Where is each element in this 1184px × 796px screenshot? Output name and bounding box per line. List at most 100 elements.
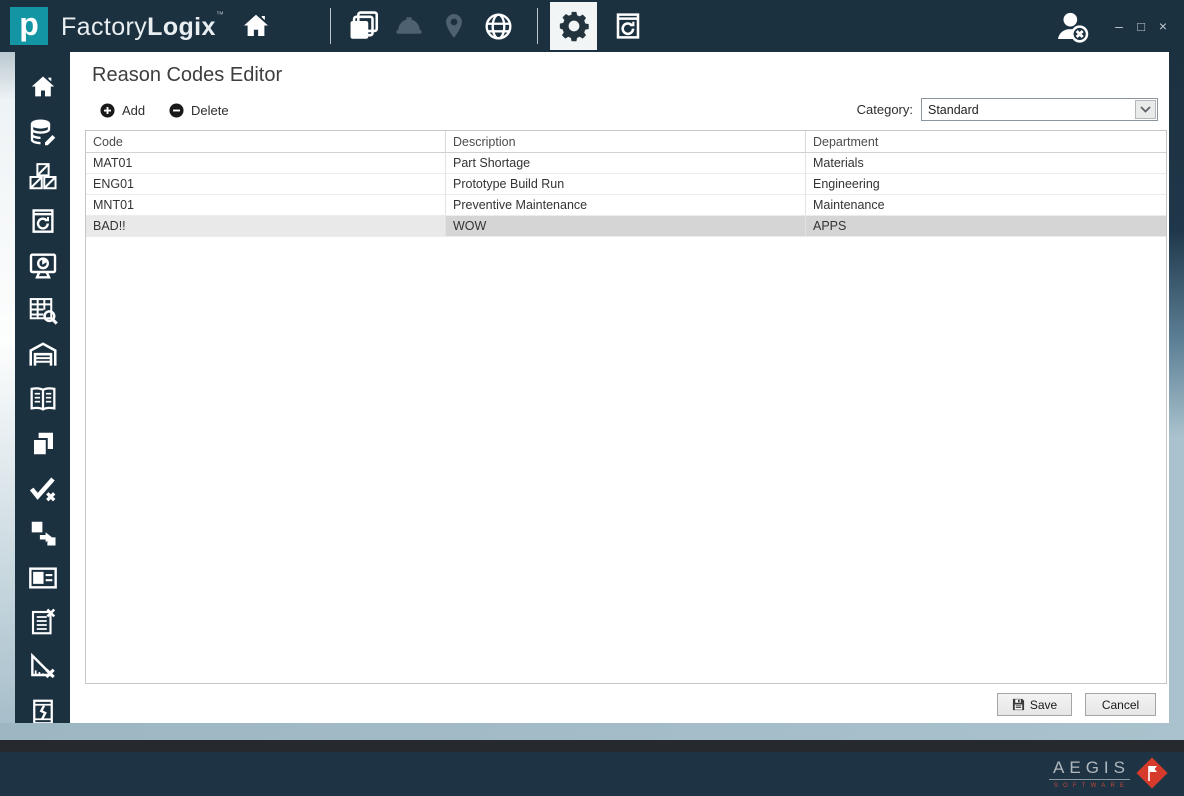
cancel-label: Cancel [1101, 697, 1140, 712]
category-label: Category: [856, 102, 913, 117]
category-dropdown[interactable]: Standard [921, 98, 1158, 121]
table-cell-department[interactable]: Maintenance [806, 195, 1166, 215]
category-field: Category: Standard [857, 98, 1158, 121]
home-icon [28, 73, 58, 101]
main-content: Reason Codes Editor Add Delete Category:… [70, 52, 1169, 723]
hardhat-button[interactable] [386, 0, 431, 52]
settings-button[interactable] [550, 2, 598, 50]
gear-icon [557, 9, 591, 43]
category-value: Standard [928, 103, 979, 117]
sidebar-item-pass-fail[interactable] [15, 466, 70, 511]
chevron-down-icon [1140, 106, 1151, 113]
ruler-x-icon [27, 651, 59, 683]
footer: AEGIS SOFTWARE [0, 752, 1184, 796]
factorylogix-window: p FactoryLogix™ – □ × Reason Codes Edito… [0, 0, 1184, 796]
table-cell-description[interactable]: Prototype Build Run [446, 174, 806, 194]
sidebar-item-home[interactable] [15, 65, 70, 110]
bottom-window-frame [0, 723, 1184, 740]
right-window-frame [1169, 52, 1184, 740]
brand-light: Factory [61, 13, 148, 41]
sidebar-item-measure-remove[interactable] [15, 645, 70, 690]
table-row[interactable]: MNT01 Preventive Maintenance Maintenance [86, 195, 1166, 216]
sidebar [15, 52, 70, 724]
table-cell-description[interactable]: Preventive Maintenance [446, 195, 806, 215]
location-pin-icon [439, 11, 469, 41]
column-header-code[interactable]: Code [86, 131, 446, 152]
dashboard-monitor-icon [27, 250, 59, 282]
delete-button[interactable]: Delete [169, 100, 229, 120]
table-cell-description[interactable]: WOW [446, 216, 806, 236]
documents-button[interactable] [341, 0, 386, 52]
sidebar-item-id-card[interactable] [15, 556, 70, 601]
page-title: Reason Codes Editor [92, 64, 283, 86]
aegis-brand-name: AEGIS [1049, 758, 1130, 780]
delete-icon [169, 102, 184, 118]
table-cell-code[interactable]: BAD!! [86, 216, 446, 236]
user-menu-button[interactable] [1052, 6, 1092, 46]
app-logo-letter: p [19, 5, 39, 42]
table-row[interactable]: MAT01 Part Shortage Materials [86, 153, 1166, 174]
documents-icon [28, 429, 58, 459]
table-cell-department[interactable]: Engineering [806, 174, 1166, 194]
table-cell-description[interactable]: Part Shortage [446, 153, 806, 173]
table-cell-code[interactable]: MNT01 [86, 195, 446, 215]
open-book-icon [27, 383, 59, 415]
database-edit-icon [28, 117, 58, 147]
home-button[interactable] [240, 11, 272, 41]
user-remove-icon [1052, 6, 1092, 46]
table-cell-department[interactable]: Materials [806, 153, 1166, 173]
material-blocks-icon [28, 161, 58, 191]
sidebar-item-transfer[interactable] [15, 511, 70, 556]
sidebar-item-table-search[interactable] [15, 288, 70, 333]
app-logo: p [10, 7, 48, 45]
aegis-brand-subtitle: SOFTWARE [1053, 782, 1130, 789]
table-row[interactable]: BAD!! WOW APPS [86, 216, 1166, 237]
grid-header: Code Description Department [86, 131, 1166, 153]
checklist-x-icon [28, 607, 58, 637]
close-button[interactable]: × [1152, 11, 1174, 41]
documents-icon [347, 9, 381, 43]
left-window-frame [0, 52, 15, 740]
sidebar-item-database-edit[interactable] [15, 110, 70, 155]
sidebar-item-dashboard-monitor[interactable] [15, 243, 70, 288]
column-header-description[interactable]: Description [446, 131, 806, 152]
check-x-icon [27, 473, 59, 505]
globe-icon [482, 10, 515, 43]
add-button[interactable]: Add [100, 100, 145, 120]
home-icon [240, 11, 272, 41]
save-button[interactable]: Save [997, 693, 1072, 716]
brand-name: FactoryLogix™ [61, 10, 224, 42]
database-backup-icon [612, 10, 644, 42]
sidebar-item-documents[interactable] [15, 422, 70, 467]
table-search-icon [27, 294, 59, 326]
table-row[interactable]: ENG01 Prototype Build Run Engineering [86, 174, 1166, 195]
sidebar-item-checklist-remove[interactable] [15, 600, 70, 645]
sidebar-item-database-backup[interactable] [15, 199, 70, 244]
brand-bold: Logix [147, 13, 216, 41]
table-cell-code[interactable]: MAT01 [86, 153, 446, 173]
add-icon [100, 102, 115, 118]
warehouse-icon [27, 339, 59, 371]
aegis-logo: AEGIS SOFTWARE [1049, 757, 1168, 789]
table-cell-code[interactable]: ENG01 [86, 174, 446, 194]
table-cell-department[interactable]: APPS [806, 216, 1166, 236]
sidebar-item-warehouse[interactable] [15, 333, 70, 378]
column-header-department[interactable]: Department [806, 131, 1166, 152]
maximize-button[interactable]: □ [1130, 11, 1152, 41]
minimize-button[interactable]: – [1108, 11, 1130, 41]
sidebar-item-material-blocks[interactable] [15, 154, 70, 199]
sidebar-item-open-book[interactable] [15, 377, 70, 422]
category-dropdown-button[interactable] [1135, 100, 1156, 119]
database-backup-button[interactable] [605, 0, 650, 52]
hardhat-icon [393, 10, 425, 42]
footer-dark-band [0, 740, 1184, 752]
delete-label: Delete [191, 102, 229, 118]
brand-trademark: ™ [215, 10, 225, 19]
location-pin-button[interactable] [431, 0, 476, 52]
id-card-icon [27, 562, 59, 594]
reason-codes-grid: Code Description Department MAT01 Part Sh… [85, 130, 1167, 684]
globe-button[interactable] [476, 0, 521, 52]
save-label: Save [1029, 697, 1058, 712]
toolbar-divider [330, 8, 332, 44]
cancel-button[interactable]: Cancel [1085, 693, 1156, 716]
